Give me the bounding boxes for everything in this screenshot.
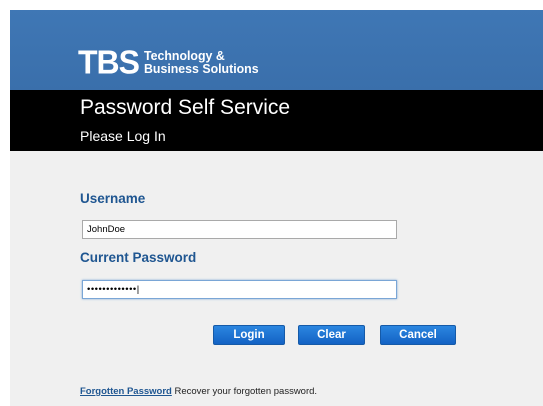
cancel-button[interactable]: Cancel <box>380 325 456 345</box>
login-page: TBS Technology & Business Solutions Pass… <box>10 10 543 406</box>
logo-mark: TBS <box>78 43 140 81</box>
current-password-input[interactable] <box>82 280 397 299</box>
username-label: Username <box>80 191 146 206</box>
page-subtitle: Please Log In <box>80 128 166 144</box>
clear-button[interactable]: Clear <box>298 325 365 345</box>
forgotten-password-text: Recover your forgotten password. <box>171 386 318 397</box>
page-title: Password Self Service <box>80 96 291 119</box>
login-button[interactable]: Login <box>213 325 285 345</box>
forgotten-password-row: Forgotten Password Recover your forgotte… <box>80 386 317 397</box>
current-password-label: Current Password <box>80 250 197 265</box>
tbs-logo: TBS Technology & Business Solutions <box>78 43 265 81</box>
brand-bar: TBS Technology & Business Solutions <box>10 10 543 90</box>
username-input[interactable] <box>82 220 397 239</box>
forgotten-password-link[interactable]: Forgotten Password <box>80 386 172 397</box>
logo-text: Technology & Business Solutions <box>144 48 259 76</box>
title-bar: Password Self Service Please Log In <box>10 90 543 151</box>
